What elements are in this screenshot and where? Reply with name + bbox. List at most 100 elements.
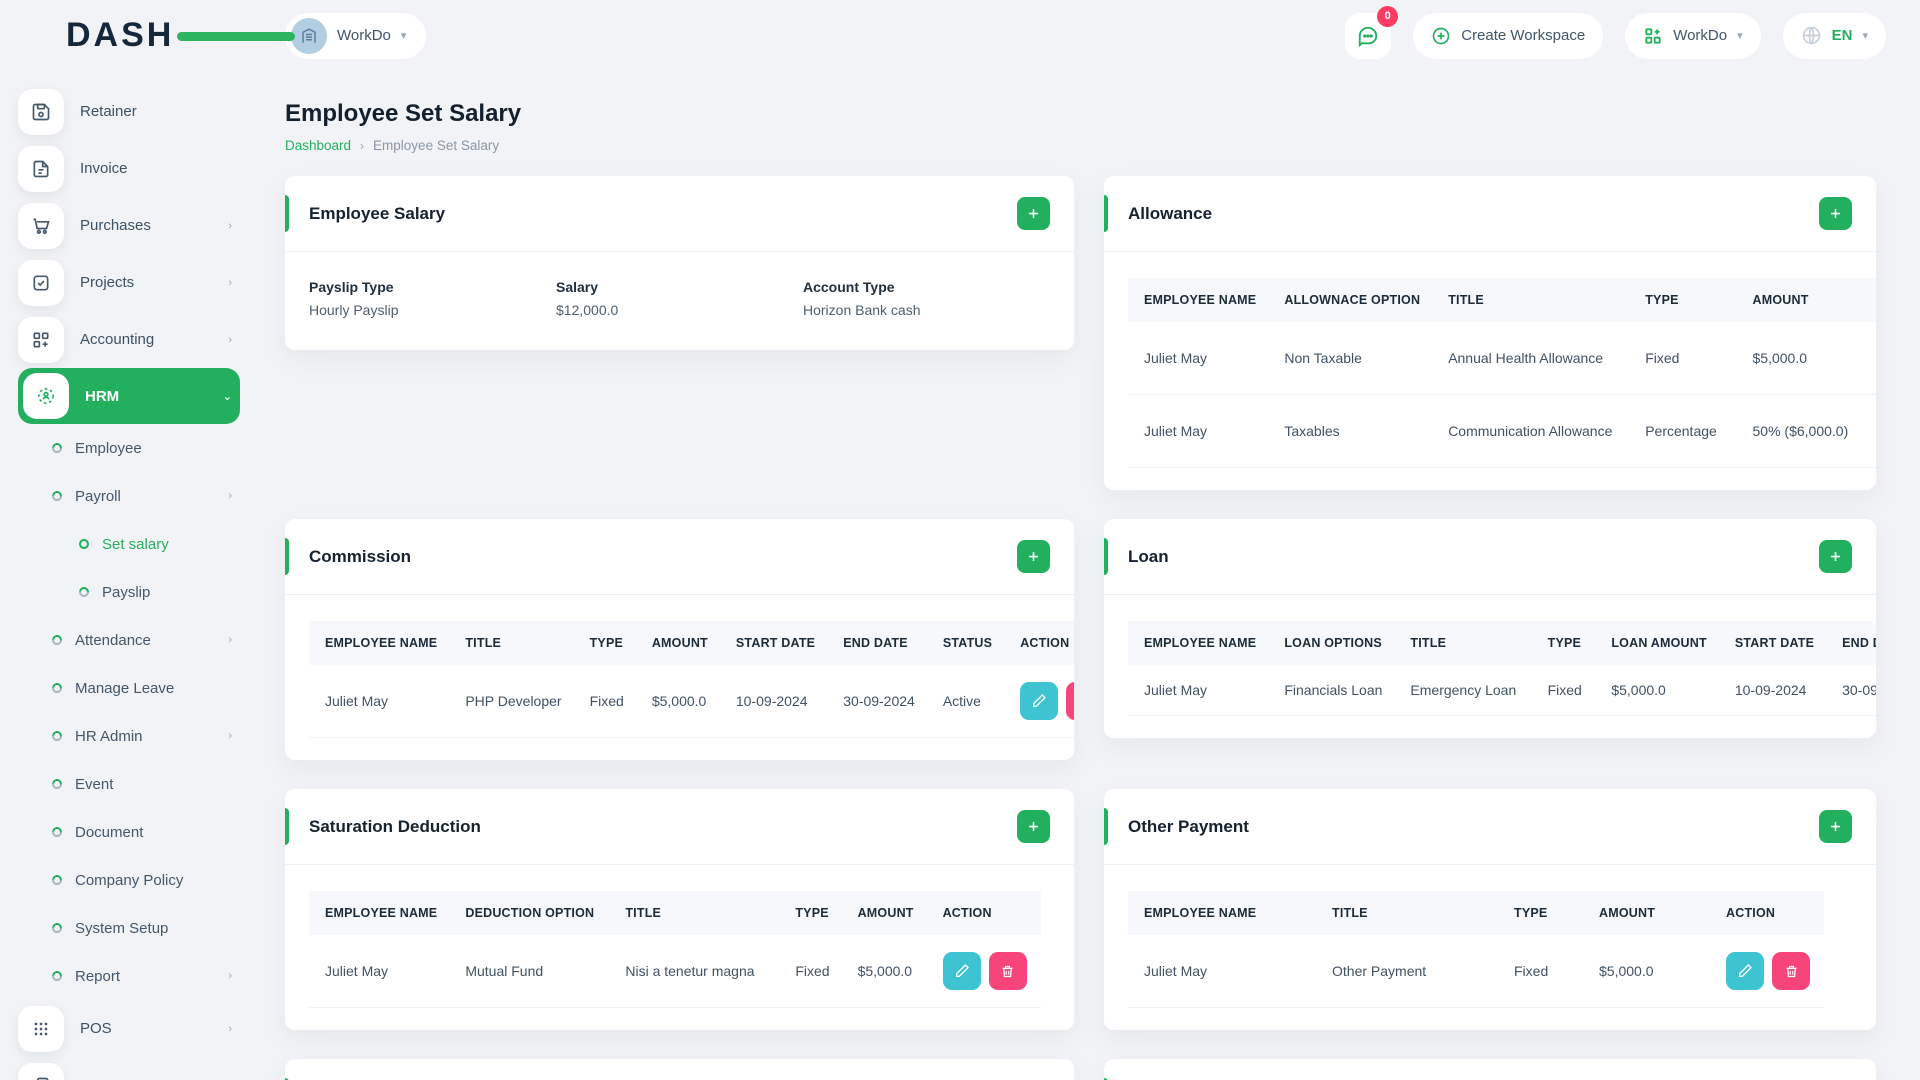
column-header: AMOUNT xyxy=(1738,278,1863,322)
sidebar-item-label: Invoice xyxy=(80,160,128,177)
chat-icon xyxy=(1357,25,1379,47)
sidebar-item-label: Accounting xyxy=(80,331,155,348)
sidebar-item-attendance[interactable]: Attendance › xyxy=(18,616,240,664)
sidebar-item-label: Company Policy xyxy=(75,871,184,889)
sidebar-item-hrm[interactable]: HRM ⌄ xyxy=(18,368,240,424)
sidebar-item-system-setup[interactable]: System Setup xyxy=(18,904,240,952)
column-header: ACTION xyxy=(928,891,1041,935)
add-saturation-deduction-button[interactable] xyxy=(1017,810,1050,843)
sidebar-item-label: Manage Leave xyxy=(75,679,175,697)
breadcrumb-dashboard-link[interactable]: Dashboard xyxy=(285,138,351,153)
chevron-down-icon: ▾ xyxy=(400,30,407,42)
field-value: $12,000.0 xyxy=(556,302,619,318)
sidebar-item-label: Employee xyxy=(75,439,142,457)
loan-card: Loan EMPLOYEE NAME LOAN OPTIONS TITLE TY… xyxy=(1104,519,1876,738)
sidebar-item-label: Document xyxy=(75,823,144,841)
column-header: START DATE xyxy=(721,621,830,665)
sidebar-item-payroll[interactable]: Payroll › xyxy=(18,472,240,520)
bullet-icon xyxy=(49,776,65,792)
sidebar-item-payslip[interactable]: Payslip xyxy=(18,568,240,616)
table-row: Juliet May Taxables Communication Allowa… xyxy=(1128,394,1876,468)
column-header: AMOUNT xyxy=(637,621,722,665)
sidebar-item-label: Projects xyxy=(80,274,135,291)
sidebar-item-manage-leave[interactable]: Manage Leave xyxy=(18,664,240,712)
column-header: TITLE xyxy=(1318,891,1500,935)
sidebar-item-label: Report xyxy=(75,967,121,985)
delete-button[interactable] xyxy=(988,952,1027,990)
messages-button[interactable]: 0 xyxy=(1345,5,1399,59)
pos-grid-icon xyxy=(18,1005,64,1052)
topbar: DASH WorkDo ▾ 0 Create Workspace WorkDo xyxy=(0,0,1920,71)
edit-icon xyxy=(1737,963,1753,979)
sidebar-item-hr-admin[interactable]: HR Admin › xyxy=(18,712,240,760)
sidebar-item-label: Payroll xyxy=(75,487,121,505)
bullet-icon xyxy=(49,920,65,936)
field-label: Salary xyxy=(556,279,599,295)
edit-button[interactable] xyxy=(1726,952,1764,990)
column-header: TYPE xyxy=(1500,891,1585,935)
chevron-down-icon: ▾ xyxy=(1862,30,1868,42)
logo-text: DASH xyxy=(66,16,175,54)
sidebar-item-event[interactable]: Event xyxy=(18,760,240,808)
messages-count-badge: 0 xyxy=(1377,5,1399,27)
sidebar-item-label: POS xyxy=(80,1020,112,1037)
add-allowance-button[interactable] xyxy=(1819,197,1852,230)
card-title: Employee Salary xyxy=(309,203,446,223)
sidebar-item-purchases[interactable]: Purchases › xyxy=(18,197,240,254)
column-header: TITLE xyxy=(611,891,782,935)
column-header: TITLE xyxy=(1434,278,1632,322)
sidebar-item-invoice[interactable]: Invoice xyxy=(18,140,240,197)
main-content: Employee Set Salary Dashboard › Employee… xyxy=(255,71,1920,1080)
column-header: END DATE xyxy=(1828,621,1876,665)
create-workspace-button[interactable]: Create Workspace xyxy=(1413,12,1604,59)
chevron-right-icon: › xyxy=(228,333,232,346)
sidebar-item-accounting[interactable]: Accounting › xyxy=(18,311,240,368)
workspace-selector[interactable]: WorkDo ▾ xyxy=(285,12,427,59)
bullet-icon xyxy=(49,488,65,504)
page-title: Employee Set Salary xyxy=(285,100,522,127)
column-header: TITLE xyxy=(451,621,576,665)
edit-button[interactable] xyxy=(942,952,981,990)
column-header: ACTION xyxy=(1712,891,1824,935)
sidebar-item-report[interactable]: Report › xyxy=(18,952,240,1000)
hrm-icon xyxy=(23,373,69,419)
sidebar-item-pos[interactable]: POS › xyxy=(18,1000,240,1057)
table-row: Juliet May Financials Loan Emergency Loa… xyxy=(1128,665,1876,716)
delete-button[interactable] xyxy=(1772,952,1810,990)
add-loan-button[interactable] xyxy=(1819,540,1852,573)
sidebar-item-projects[interactable]: Projects › xyxy=(18,254,240,311)
plus-circle-icon xyxy=(1431,26,1451,46)
add-other-payment-button[interactable] xyxy=(1819,810,1852,843)
bullet-icon xyxy=(49,968,65,984)
field-label: Payslip Type xyxy=(309,279,394,295)
edit-icon xyxy=(1031,693,1047,709)
plus-icon xyxy=(1026,819,1041,834)
bullet-icon xyxy=(49,824,65,840)
column-header: EMPLOYEE NAME xyxy=(309,891,452,935)
saturation-deduction-table: EMPLOYEE NAME DEDUCTION OPTION TITLE TYP… xyxy=(309,891,1041,1008)
add-employee-salary-button[interactable] xyxy=(1017,197,1050,230)
grid-plus-icon xyxy=(18,316,64,363)
table-row: Juliet May PHP Developer Fixed $5,000.0 … xyxy=(309,665,1074,738)
delete-button[interactable] xyxy=(1066,682,1074,720)
allowance-card: Allowance EMPLOYEE NAME ALLOWNACE OPTION… xyxy=(1104,176,1876,490)
sidebar-item-set-salary[interactable]: Set salary xyxy=(18,520,240,568)
column-header: TYPE xyxy=(1533,621,1598,665)
sidebar-item-document[interactable]: Document xyxy=(18,808,240,856)
app-logo[interactable]: DASH xyxy=(0,16,295,55)
bullet-icon xyxy=(49,440,65,456)
edit-button[interactable] xyxy=(1020,682,1059,720)
add-commission-button[interactable] xyxy=(1017,540,1050,573)
workdo-menu[interactable]: WorkDo ▾ xyxy=(1625,12,1761,59)
sidebar-item-company-policy[interactable]: Company Policy xyxy=(18,856,240,904)
language-selector[interactable]: EN ▾ xyxy=(1782,12,1886,59)
field-value: Hourly Payslip xyxy=(309,302,399,318)
create-workspace-label: Create Workspace xyxy=(1461,27,1586,44)
bullet-icon xyxy=(49,680,65,696)
sidebar-item-retainer[interactable]: Retainer xyxy=(18,83,240,140)
sidebar-item-crm[interactable]: CRM › xyxy=(18,1057,240,1080)
column-header: LOAN AMOUNT xyxy=(1597,621,1721,665)
sidebar-item-employee[interactable]: Employee xyxy=(18,424,240,472)
table-row: Juliet May Non Taxable Annual Health All… xyxy=(1128,322,1876,395)
globe-icon xyxy=(1801,25,1822,46)
